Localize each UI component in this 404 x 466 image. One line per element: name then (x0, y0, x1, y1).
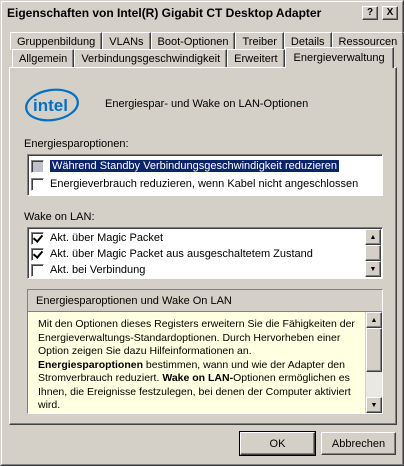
energy-option-cable[interactable]: Energieverbrauch reduzieren, wenn Kabel … (31, 176, 358, 192)
tab-energieverwaltung[interactable]: Energieverwaltung (284, 47, 394, 68)
energy-option-standby-label: Während Standby Verbindungsgeschwindigke… (49, 159, 340, 173)
checkbox[interactable] (31, 231, 44, 245)
energy-options-label: Energiesparoptionen: (24, 138, 129, 150)
checkbox[interactable] (31, 177, 44, 191)
header-title: Energiespar- und Wake on LAN-Optionen (105, 98, 309, 110)
scroll-thumb[interactable] (366, 328, 382, 372)
tab-allgemein[interactable]: Allgemein (12, 49, 75, 67)
checkbox[interactable] (31, 159, 44, 173)
wol-option-magic-packet-off-label: Akt. über Magic Packet aus ausgeschaltet… (50, 248, 313, 260)
ok-button[interactable]: OK (239, 431, 316, 456)
title-bar[interactable]: Eigenschaften von Intel(R) Gigabit CT De… (4, 4, 400, 22)
info-bold-wol: Wake on LAN- (162, 372, 234, 384)
close-button[interactable]: X (382, 6, 398, 20)
wol-scrollbar[interactable]: ▲ ▼ (365, 229, 381, 277)
tab-verbindungsgeschwindigkeit[interactable]: Verbindungsgeschwindigkeit (74, 49, 228, 67)
wol-option-magic-packet-label: Akt. über Magic Packet (50, 232, 164, 244)
energy-options-list[interactable]: Während Standby Verbindungsgeschwindigke… (27, 154, 383, 196)
wake-on-lan-label: Wake on LAN: (24, 211, 95, 223)
tab-boot-optionen[interactable]: Boot-Optionen (150, 32, 236, 50)
properties-dialog: Eigenschaften von Intel(R) Gigabit CT De… (0, 0, 404, 466)
scroll-down-icon[interactable]: ▼ (365, 261, 381, 277)
tab-vlans[interactable]: VLANs (102, 32, 151, 50)
cancel-button[interactable]: Abbrechen (321, 432, 396, 455)
info-bold-energy: Energiesparoptionen (38, 358, 144, 371)
info-description: Mit den Optionen dieses Registers erweit… (28, 312, 365, 413)
info-title: Energiesparoptionen und Wake On LAN (28, 290, 382, 312)
wake-on-lan-list[interactable]: Akt. über Magic Packet Akt. über Magic P… (27, 227, 383, 279)
scroll-up-icon[interactable]: ▲ (365, 229, 381, 245)
tab-erweitert[interactable]: Erweitert (227, 49, 285, 67)
tab-row-2: Allgemein Verbindungsgeschwindigkeit Erw… (12, 47, 394, 68)
wol-option-magic-packet-off[interactable]: Akt. über Magic Packet aus ausgeschaltet… (31, 246, 313, 262)
energy-option-standby[interactable]: Während Standby Verbindungsgeschwindigke… (31, 158, 340, 174)
scroll-down-icon[interactable]: ▼ (366, 397, 382, 413)
tab-gruppenbildung[interactable]: Gruppenbildung (10, 32, 103, 50)
energy-option-cable-label: Energieverbrauch reduzieren, wenn Kabel … (50, 178, 359, 190)
info-group: Energiesparoptionen und Wake On LAN Mit … (27, 289, 383, 414)
window-title: Eigenschaften von Intel(R) Gigabit CT De… (7, 6, 322, 20)
intel-logo-text: intel (33, 96, 68, 115)
info-scrollbar[interactable]: ▲ ▼ (366, 312, 382, 413)
scroll-thumb[interactable] (365, 245, 381, 261)
info-paragraph-1: Mit den Optionen dieses Registers erweit… (38, 318, 355, 357)
wol-option-magic-packet[interactable]: Akt. über Magic Packet (31, 230, 163, 246)
tab-panel: intel Energiespar- und Wake on LAN-Optio… (9, 67, 397, 425)
checkbox[interactable] (31, 263, 44, 277)
tab-treiber[interactable]: Treiber (235, 32, 284, 50)
wol-option-link[interactable]: Akt. bei Verbindung (31, 262, 145, 278)
wol-option-link-label: Akt. bei Verbindung (50, 264, 146, 276)
checkbox[interactable] (31, 247, 44, 261)
scroll-up-icon[interactable]: ▲ (366, 312, 382, 328)
help-button[interactable]: ? (362, 6, 378, 20)
intel-logo: intel (25, 88, 79, 122)
